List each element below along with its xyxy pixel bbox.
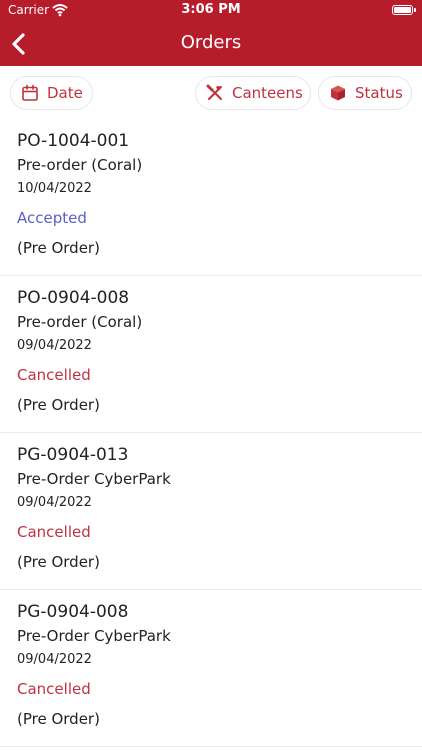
order-number: PO-0904-008 <box>17 288 130 308</box>
order-type: (Pre Order) <box>17 553 100 571</box>
order-type: (Pre Order) <box>17 239 100 257</box>
order-status: Accepted <box>17 209 87 227</box>
order-date: 09/04/2022 <box>17 652 92 667</box>
order-type: (Pre Order) <box>17 396 100 414</box>
order-type: (Pre Order) <box>17 710 100 728</box>
order-list-item[interactable]: PO-0904-008 Pre-order (Coral) 09/04/2022… <box>0 276 422 433</box>
order-canteen: Pre-order (Coral) <box>17 156 143 174</box>
order-canteen: Pre-order (Coral) <box>17 313 143 331</box>
order-canteen: Pre-Order CyberPark <box>17 627 171 645</box>
status-bar: Carrier 3:06 PM <box>0 0 422 22</box>
navigation-bar: Orders <box>0 22 422 66</box>
utensils-icon <box>206 84 222 100</box>
order-date: 09/04/2022 <box>17 338 92 353</box>
order-date: 10/04/2022 <box>17 181 92 196</box>
calendar-icon <box>22 84 38 101</box>
order-status: Cancelled <box>17 366 91 384</box>
order-status: Cancelled <box>17 523 91 541</box>
order-list-item[interactable]: PG-0904-013 Pre-Order CyberPark 09/04/20… <box>0 433 422 590</box>
order-status: Cancelled <box>17 680 91 698</box>
order-number: PG-0904-008 <box>17 602 129 622</box>
status-time: 3:06 PM <box>181 2 241 17</box>
status-filter-label: Status <box>355 84 403 102</box>
order-list-item[interactable]: PO-1004-001 Pre-order (Coral) 10/04/2022… <box>0 119 422 276</box>
order-date: 09/04/2022 <box>17 495 92 510</box>
order-list-item[interactable]: PG-0904-008 Pre-Order CyberPark 09/04/20… <box>0 590 422 747</box>
date-filter-label: Date <box>47 84 83 102</box>
order-number: PO-1004-001 <box>17 131 130 151</box>
battery-icon <box>392 5 416 15</box>
order-number: PG-0904-013 <box>17 445 129 465</box>
box-icon <box>331 85 345 101</box>
order-canteen: Pre-Order CyberPark <box>17 470 171 488</box>
date-filter-button[interactable]: Date <box>10 76 93 110</box>
page-title: Orders <box>180 32 242 53</box>
filter-bar: Date Canteens Status <box>0 66 422 120</box>
canteens-filter-button[interactable]: Canteens <box>195 76 311 110</box>
status-filter-button[interactable]: Status <box>318 76 412 110</box>
canteens-filter-label: Canteens <box>232 84 303 102</box>
